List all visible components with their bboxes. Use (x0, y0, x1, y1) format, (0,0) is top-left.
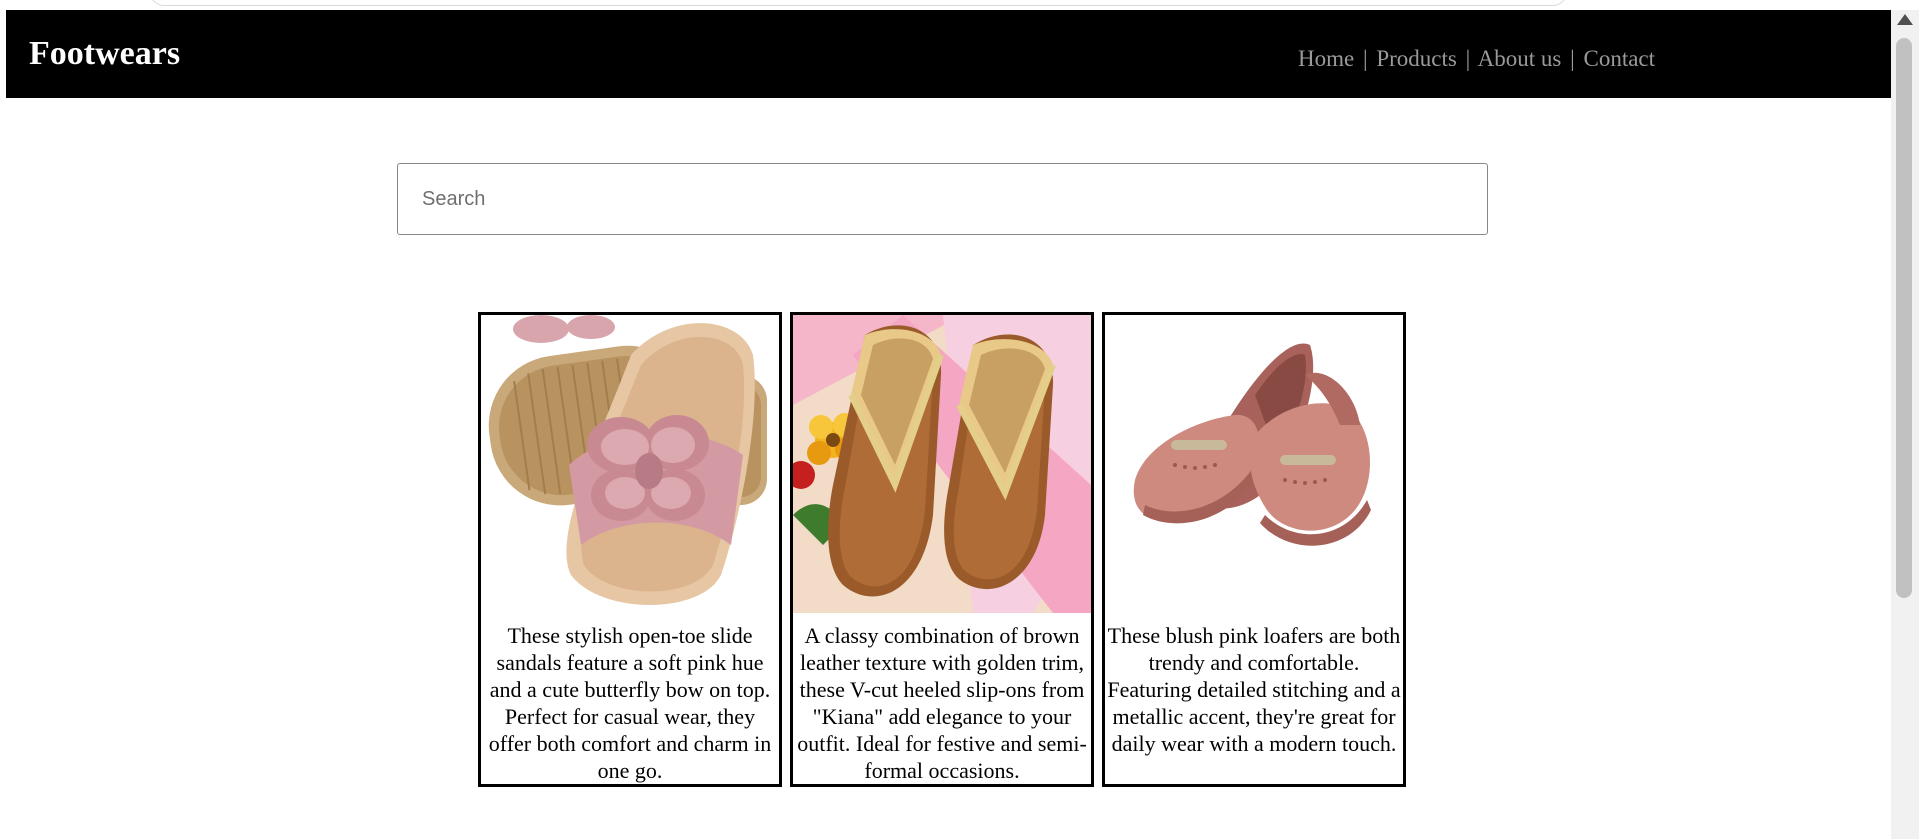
search-input[interactable] (397, 163, 1488, 235)
product-card[interactable]: A classy combination of brown leather te… (790, 312, 1094, 787)
pink-butterfly-slide-sandal-image (481, 315, 779, 613)
blush-pink-loafer-image (1105, 315, 1403, 613)
product-card[interactable]: These stylish open-toe slide sandals fea… (478, 312, 782, 787)
nav-links: Home | Products | About us | Contact (1298, 45, 1655, 73)
product-description: These stylish open-toe slide sandals fea… (488, 623, 772, 783)
browser-address-bar-edge (150, 0, 1567, 6)
nav-link-contact[interactable]: Contact (1583, 46, 1655, 71)
brown-v-cut-heeled-slipon-image (793, 315, 1091, 613)
product-description: A classy combination of brown leather te… (797, 623, 1087, 783)
product-card[interactable]: These blush pink loafers are both trendy… (1102, 312, 1406, 787)
nav-separator: | (1465, 46, 1471, 71)
browser-chrome (0, 0, 1919, 10)
nav-separator: | (1570, 46, 1575, 71)
scrollbar-thumb[interactable] (1896, 38, 1912, 598)
nav-link-products[interactable]: Products (1376, 46, 1457, 71)
nav-link-home[interactable]: Home (1298, 46, 1354, 71)
scroll-up-arrow-icon[interactable] (1897, 14, 1913, 25)
nav-link-about[interactable]: About us (1478, 46, 1562, 71)
navbar: Footwears Home | Products | About us | C… (6, 10, 1891, 98)
nav-separator: | (1362, 46, 1368, 71)
brand-title: Footwears (29, 35, 181, 72)
product-description: These blush pink loafers are both trendy… (1107, 623, 1401, 756)
